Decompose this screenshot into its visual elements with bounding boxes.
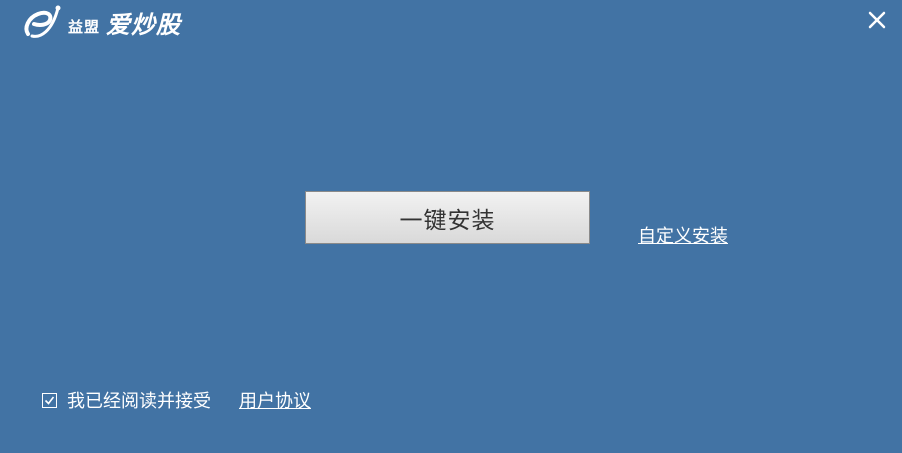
close-icon (868, 11, 886, 29)
installer-window: 益盟 爱炒股 一键安装 自定义安装 我已经阅读并接受 用户协议 (0, 0, 902, 453)
agree-checkbox[interactable] (42, 392, 57, 408)
close-button[interactable] (866, 9, 888, 31)
agreement-row: 我已经阅读并接受 用户协议 (42, 388, 311, 412)
user-agreement-link[interactable]: 用户协议 (239, 387, 311, 413)
install-button-label: 一键安装 (399, 207, 496, 234)
checkmark-icon (44, 396, 55, 405)
brand-logo: 益盟 爱炒股 (22, 4, 181, 40)
brand-name-big: 爱炒股 (106, 10, 182, 39)
custom-install-link[interactable]: 自定义安装 (638, 222, 728, 248)
brand-name-small: 益盟 (68, 17, 101, 36)
agree-label: 我已经阅读并接受 (67, 391, 211, 412)
one-click-install-button[interactable]: 一键安装 (305, 191, 590, 244)
e-swoosh-logo-icon (24, 5, 61, 38)
